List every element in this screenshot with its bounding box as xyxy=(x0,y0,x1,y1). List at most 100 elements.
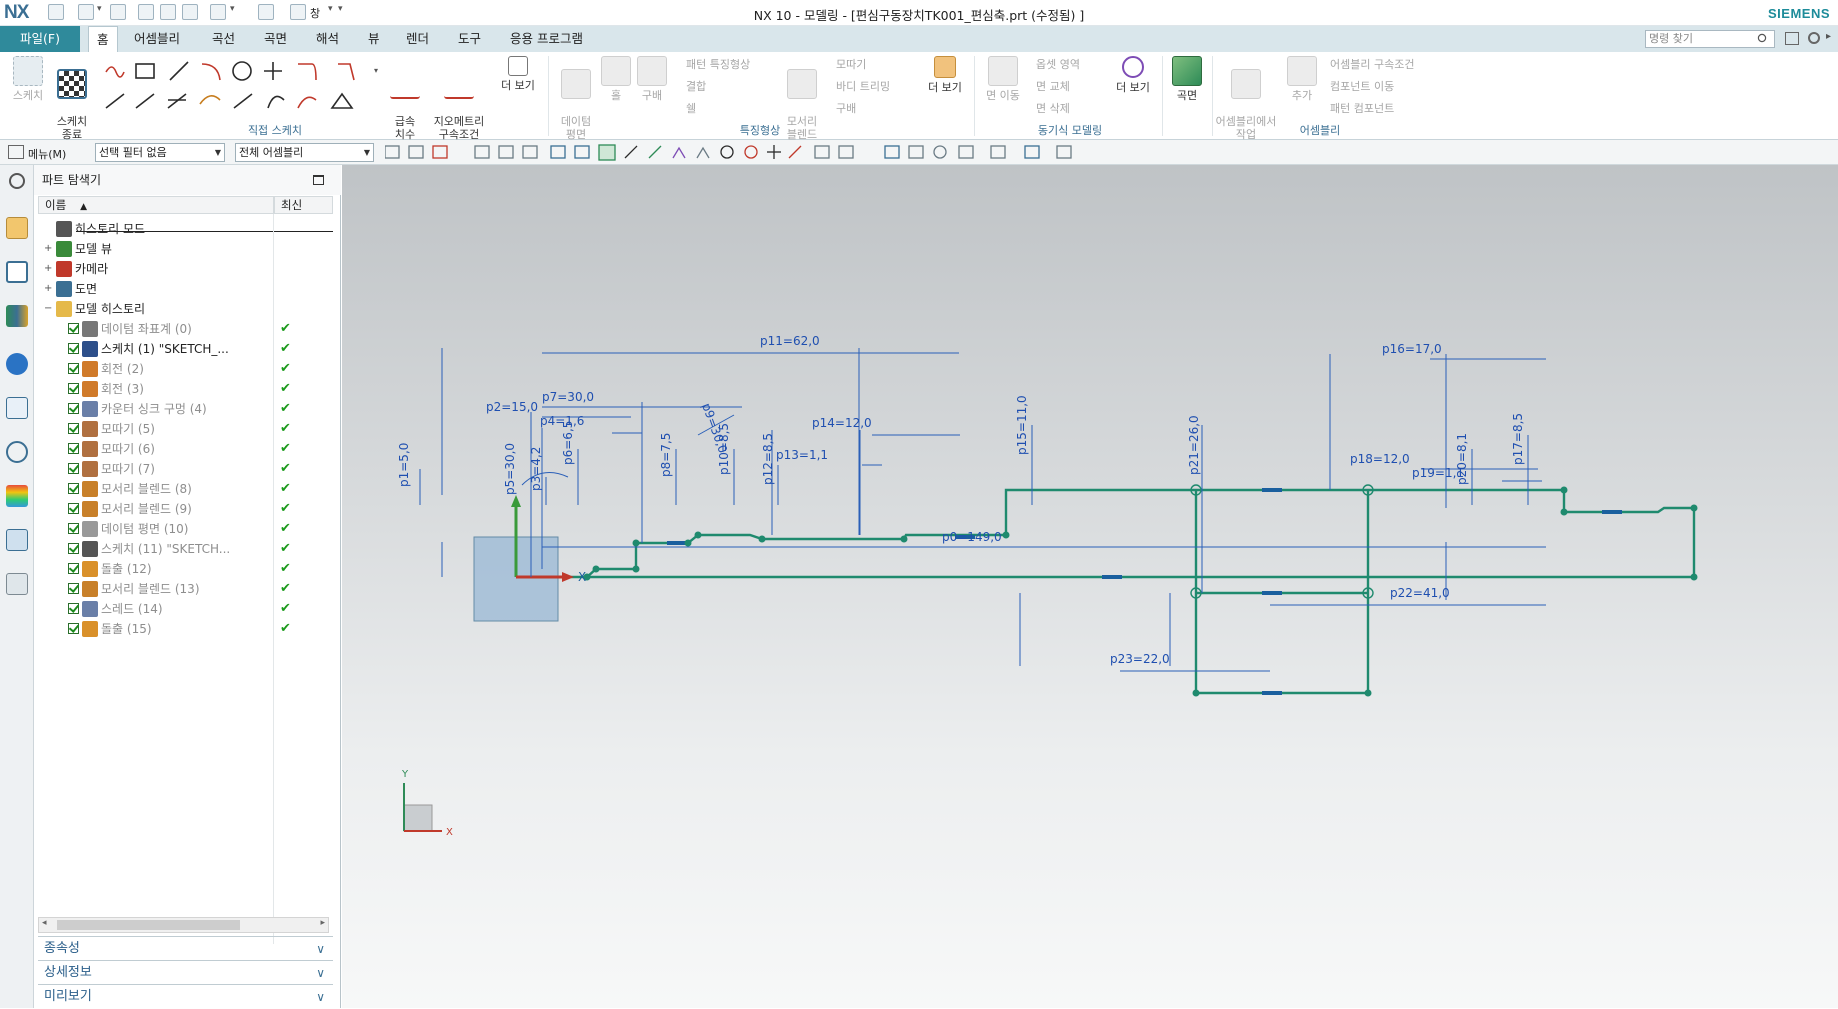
dimension-p18[interactable]: p18=12,0 xyxy=(1350,452,1410,466)
datum-plane-button[interactable]: 데이텀 평면 xyxy=(556,56,596,141)
help-icon[interactable] xyxy=(1808,32,1820,44)
visibility-checkbox[interactable] xyxy=(68,463,79,474)
tree-row[interactable]: + 도면 xyxy=(40,279,333,299)
search-icon[interactable] xyxy=(1757,33,1767,43)
chamfer-button[interactable]: 모따기 xyxy=(836,58,906,71)
preview-panel[interactable]: 미리보기 ∨ xyxy=(38,984,333,1008)
tab-analysis[interactable]: 해석 xyxy=(308,26,347,52)
settings-gear-icon[interactable] xyxy=(9,173,25,189)
dimension-p6[interactable]: p6=6,5 xyxy=(561,421,575,465)
maximize-icon[interactable] xyxy=(313,175,324,185)
add-component-button[interactable]: 추가 xyxy=(1282,56,1322,102)
column-header-name[interactable]: 이름 ▲ xyxy=(38,196,274,214)
move-face-button[interactable]: 면 이동 xyxy=(980,56,1026,102)
hole-button[interactable]: 홀 xyxy=(598,56,634,102)
tree-row[interactable]: 모따기 (6) ✔ xyxy=(40,439,333,459)
tree-row[interactable]: 스레드 (14) ✔ xyxy=(40,599,333,619)
assembly-navigator-icon[interactable] xyxy=(6,217,28,239)
tree-row[interactable]: 데이텀 평면 (10) ✔ xyxy=(40,519,333,539)
draft-button[interactable]: 구배 xyxy=(836,102,906,115)
tree-row[interactable]: − 모델 히스토리 xyxy=(40,299,333,319)
menu-icon[interactable] xyxy=(8,145,24,159)
surface-button[interactable]: 곡면 xyxy=(1164,56,1210,102)
dimension-p20[interactable]: p20=8,1 xyxy=(1455,433,1469,485)
dimension-p14[interactable]: p14=12,0 xyxy=(812,416,872,430)
visibility-checkbox[interactable] xyxy=(68,323,79,334)
dimension-p8[interactable]: p8=7,5 xyxy=(659,433,673,477)
tab-tools[interactable]: 도구 xyxy=(450,26,489,52)
type-filter-select[interactable]: 선택 필터 없음 ▼ xyxy=(95,143,225,162)
command-finder-input[interactable]: 명령 찾기 xyxy=(1645,30,1775,48)
dimension-p5[interactable]: p5=30,0 xyxy=(503,443,517,495)
pattern-feature-button[interactable]: 패턴 특징형상 xyxy=(686,58,776,71)
visibility-checkbox[interactable] xyxy=(68,503,79,514)
sketch-more-button[interactable]: 더 보기 xyxy=(496,56,540,92)
reuse-library-icon[interactable] xyxy=(6,305,28,327)
tab-view[interactable]: 뷰 xyxy=(360,26,388,52)
details-panel[interactable]: 상세정보 ∨ xyxy=(38,960,333,984)
expand-icon[interactable]: + xyxy=(44,239,52,259)
tree-row[interactable]: 회전 (2) ✔ xyxy=(40,359,333,379)
visibility-checkbox[interactable] xyxy=(68,443,79,454)
horizontal-scrollbar[interactable]: ◂ ▸ xyxy=(38,917,329,933)
unite-button[interactable]: 결합 xyxy=(686,80,746,93)
tab-home[interactable]: 홈 xyxy=(88,26,118,52)
move-component-button[interactable]: 컴포넌트 이동 xyxy=(1330,80,1450,93)
tree-row[interactable]: 스케치 (11) "SKETCH... ✔ xyxy=(40,539,333,559)
dimension-p1[interactable]: p1=5,0 xyxy=(397,443,411,487)
collapse-icon[interactable]: − xyxy=(44,299,52,319)
dimension-p2[interactable]: p2=15,0 xyxy=(486,400,538,414)
replace-face-button[interactable]: 면 교체 xyxy=(1036,80,1116,93)
scroll-left-icon[interactable]: ◂ xyxy=(42,918,47,928)
tree-row[interactable]: 모서리 블렌드 (8) ✔ xyxy=(40,479,333,499)
visibility-checkbox[interactable] xyxy=(68,543,79,554)
feature-more-button[interactable]: 더 보기 xyxy=(922,56,968,94)
dimension-p0[interactable]: p0=149,0 xyxy=(942,530,1002,544)
tree-row[interactable]: 카운터 싱크 구멍 (4) ✔ xyxy=(40,399,333,419)
shell-button[interactable]: 쉘 xyxy=(686,102,746,115)
tree-row[interactable]: 모서리 블렌드 (13) ✔ xyxy=(40,579,333,599)
visibility-checkbox[interactable] xyxy=(68,523,79,534)
dimension-p15[interactable]: p15=11,0 xyxy=(1015,395,1029,455)
dimension-p13[interactable]: p13=1,1 xyxy=(776,448,828,462)
visibility-checkbox[interactable] xyxy=(68,623,79,634)
visibility-checkbox[interactable] xyxy=(68,383,79,394)
visibility-checkbox[interactable] xyxy=(68,563,79,574)
dimension-p3[interactable]: p3=4,2 xyxy=(529,447,543,491)
trim-body-button[interactable]: 바디 트리밍 xyxy=(836,80,916,93)
tab-render[interactable]: 렌더 xyxy=(398,26,437,52)
dimension-p17[interactable]: p17=8,5 xyxy=(1511,413,1525,465)
tree-row[interactable]: 모따기 (5) ✔ xyxy=(40,419,333,439)
tree-row[interactable]: 데이텀 좌표계 (0) ✔ xyxy=(40,319,333,339)
tree-row[interactable]: 돌출 (15) ✔ xyxy=(40,619,333,639)
curve-gallery-dropdown-icon[interactable]: ▾ xyxy=(374,66,378,75)
tab-surface[interactable]: 곡면 xyxy=(256,26,295,52)
geometric-constraints-button[interactable]: 지오메트리 구속조건 xyxy=(428,56,490,141)
tree-row[interactable]: 회전 (3) ✔ xyxy=(40,379,333,399)
tree-row[interactable]: 스케치 (1) "SKETCH_... ✔ xyxy=(40,339,333,359)
finish-sketch-button[interactable]: 스케치 종료 xyxy=(50,56,94,141)
graphics-window[interactable]: X p11=62,0 p2=15,0 p7=30,0 p4=1,6 p14=12,0 p1… xyxy=(342,165,1838,1008)
part-navigator-icon[interactable] xyxy=(6,261,28,283)
dimension-p11[interactable]: p11=62,0 xyxy=(760,334,820,348)
visibility-checkbox[interactable] xyxy=(68,583,79,594)
tree-row[interactable]: + 카메라 xyxy=(40,259,333,279)
dimension-p12[interactable]: p12=8,5 xyxy=(761,433,775,485)
sketch-button[interactable]: 스케치 xyxy=(6,56,50,102)
menu-button[interactable]: 메뉴(M) xyxy=(28,146,66,162)
tab-application[interactable]: 응용 프로그램 xyxy=(502,26,591,52)
shell-large-button[interactable]: 구배 xyxy=(634,56,670,102)
delete-face-button[interactable]: 면 삭제 xyxy=(1036,102,1116,115)
expand-icon[interactable]: + xyxy=(44,279,52,299)
tree-row[interactable]: 모서리 블렌드 (9) ✔ xyxy=(40,499,333,519)
visibility-checkbox[interactable] xyxy=(68,423,79,434)
pattern-component-button[interactable]: 패턴 컴포넌트 xyxy=(1330,102,1450,115)
history-icon[interactable] xyxy=(6,441,28,463)
file-menu-button[interactable]: 파일(F) xyxy=(0,26,80,52)
expand-icon[interactable]: + xyxy=(44,259,52,279)
visibility-checkbox[interactable] xyxy=(68,603,79,614)
hd3d-tools-icon[interactable] xyxy=(6,353,28,375)
rapid-dimension-button[interactable]: 급속 치수 xyxy=(382,56,428,141)
tree-row[interactable]: + 모델 뷰 xyxy=(40,239,333,259)
web-browser-icon[interactable] xyxy=(6,397,28,419)
